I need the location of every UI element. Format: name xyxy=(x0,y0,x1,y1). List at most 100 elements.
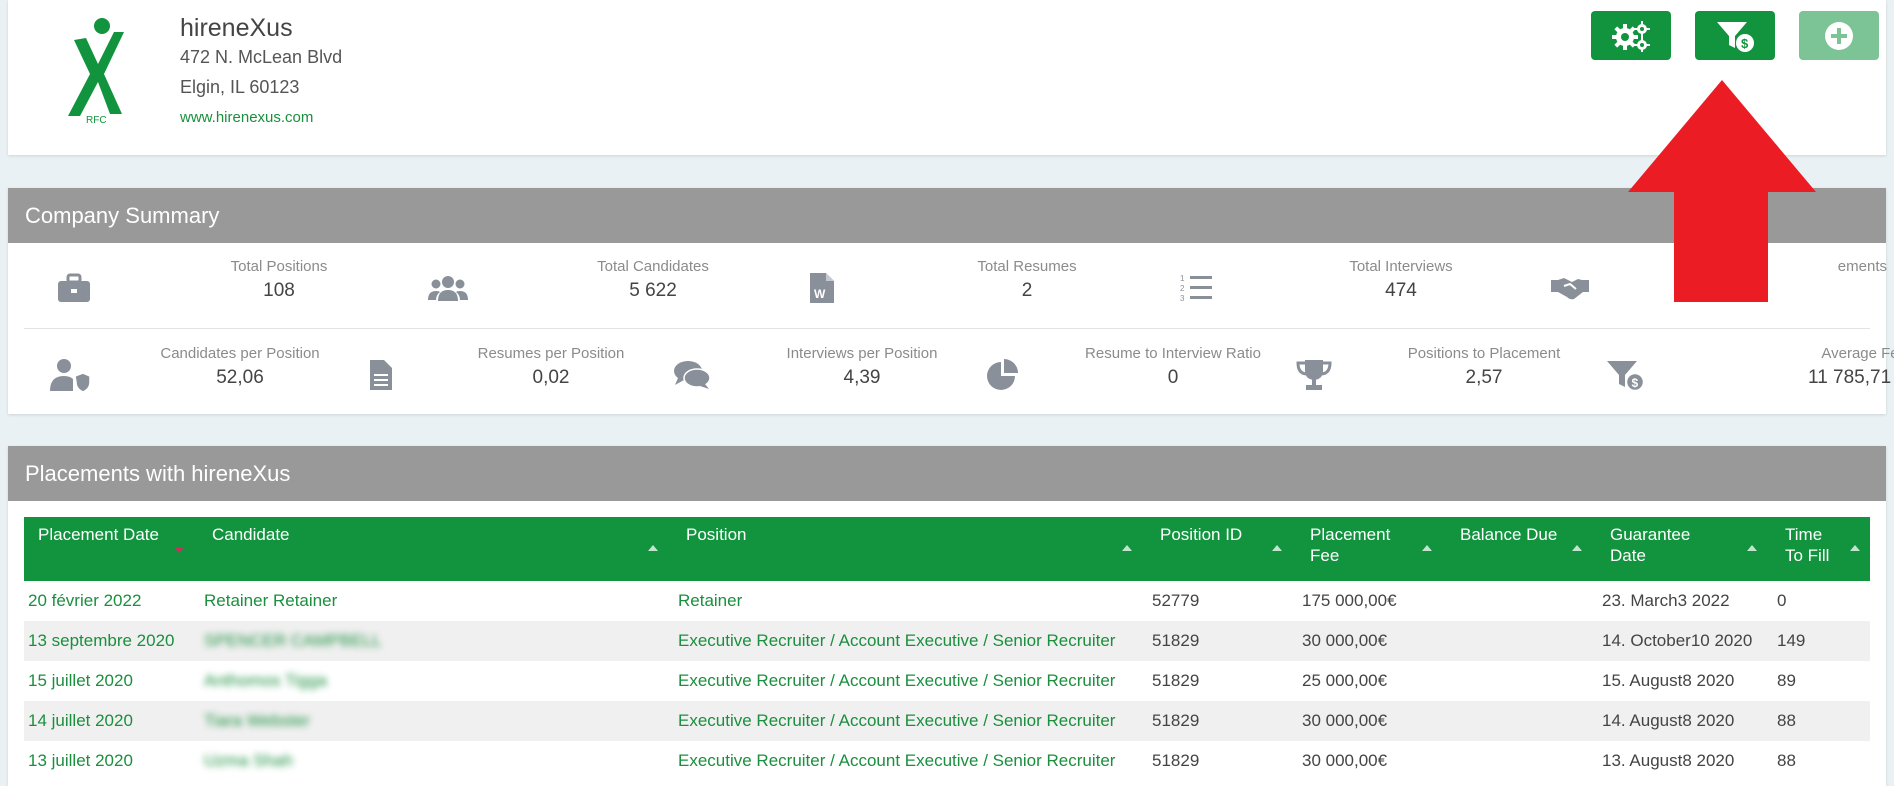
stat-value: 4,39 xyxy=(843,367,881,388)
company-logo: RFC xyxy=(68,18,124,126)
position-link[interactable]: Executive Recruiter / Account Executive … xyxy=(678,671,1115,691)
col-guarantee-date[interactable]: Guarantee Date xyxy=(1610,524,1700,566)
svg-text:$: $ xyxy=(1632,376,1639,390)
stat-value: 11 785,71 € xyxy=(1808,367,1894,388)
stat-value: 2,57 xyxy=(1465,367,1503,388)
col-balance-due[interactable]: Balance Due xyxy=(1460,524,1557,545)
company-website-link[interactable]: www.hirenexus.com xyxy=(180,109,313,126)
sort-icon[interactable] xyxy=(1850,545,1860,551)
placements-table: Placement Date Candidate Position Positi… xyxy=(24,517,1870,781)
stat-value: 52,06 xyxy=(216,367,264,388)
sort-icon[interactable] xyxy=(1122,545,1132,551)
stat-value: 2 xyxy=(1021,280,1033,301)
sort-icon[interactable] xyxy=(1422,545,1432,551)
company-address-line2: Elgin, IL 60123 xyxy=(180,77,300,97)
company-header: RFC hireneXus 472 N. McLean Blvd Elgin, … xyxy=(8,0,1886,155)
logo-text: RFC xyxy=(86,115,107,126)
position-id: 51829 xyxy=(1152,631,1200,650)
placement-date-link[interactable]: 13 septembre 2020 xyxy=(28,631,175,651)
word-file-icon: W xyxy=(802,268,842,308)
filter-dollar-icon: $ xyxy=(1717,21,1754,52)
stat-value: 0 xyxy=(1167,367,1179,388)
stat-value: 474 xyxy=(1385,280,1417,301)
settings-button[interactable] xyxy=(1591,11,1671,60)
position-id: 51829 xyxy=(1152,751,1200,770)
col-position-id[interactable]: Position ID xyxy=(1160,524,1242,545)
stat-label: Total Interviews xyxy=(1349,258,1453,275)
svg-text:1: 1 xyxy=(1180,274,1185,283)
candidate-link[interactable]: Uzma Shah xyxy=(204,751,293,771)
position-id: 52779 xyxy=(1152,591,1200,610)
stat-label: Total Candidates xyxy=(597,258,709,275)
col-candidate[interactable]: Candidate xyxy=(212,524,290,545)
cogs-icon xyxy=(1612,20,1650,52)
placement-fee: 175 000,00€ xyxy=(1302,591,1397,610)
candidate-link[interactable]: SPENCER CAMPBELL xyxy=(204,631,382,651)
comments-icon xyxy=(672,355,712,395)
position-link[interactable]: Executive Recruiter / Account Executive … xyxy=(678,631,1115,651)
sort-icon[interactable] xyxy=(1747,545,1757,551)
stat-label: Total Positions xyxy=(230,258,328,275)
time-to-fill: 89 xyxy=(1777,671,1796,690)
col-placement-date[interactable]: Placement Date xyxy=(38,524,168,545)
table-row: 13 juillet 2020 Uzma Shah Executive Recr… xyxy=(24,741,1870,781)
svg-text:2: 2 xyxy=(1180,284,1185,293)
annotation-arrow xyxy=(1628,80,1816,302)
table-header: Placement Date Candidate Position Positi… xyxy=(24,517,1870,581)
position-link[interactable]: Executive Recruiter / Account Executive … xyxy=(678,751,1115,771)
sort-desc-icon[interactable] xyxy=(174,547,184,553)
briefcase-icon xyxy=(54,268,94,308)
placement-fee: 30 000,00€ xyxy=(1302,711,1388,730)
company-summary-card: Company Summary Total Positions 108 Tota… xyxy=(8,188,1894,416)
table-row: 20 février 2022 Retainer Retainer Retain… xyxy=(24,581,1870,621)
placement-fee: 30 000,00€ xyxy=(1302,751,1388,770)
col-position[interactable]: Position xyxy=(686,524,746,545)
stat-label: Positions to Placement xyxy=(1407,345,1561,362)
stat-label: Resume to Interview Ratio xyxy=(1085,345,1261,362)
guarantee-date: 13. August8 2020 xyxy=(1602,751,1735,770)
company-summary-title: Company Summary xyxy=(8,188,1886,243)
guarantee-date: 23. March3 2022 xyxy=(1602,591,1730,610)
filter-fee-button[interactable]: $ xyxy=(1695,11,1775,60)
candidate-link[interactable]: Anthomos Tigga xyxy=(204,671,327,691)
sort-icon[interactable] xyxy=(1272,545,1282,551)
guarantee-date: 14. October10 2020 xyxy=(1602,631,1753,650)
position-id: 51829 xyxy=(1152,671,1200,690)
col-placement-fee[interactable]: Placement Fee xyxy=(1310,524,1410,566)
guarantee-date: 15. August8 2020 xyxy=(1602,671,1735,690)
sort-icon[interactable] xyxy=(1572,545,1582,551)
position-link[interactable]: Retainer xyxy=(678,591,742,611)
summary-row-totals: Total Positions 108 Total Candidates 5 6… xyxy=(24,243,1887,329)
placement-fee: 30 000,00€ xyxy=(1302,631,1388,650)
ordered-list-icon: 123 xyxy=(1176,268,1216,308)
placement-date-link[interactable]: 20 février 2022 xyxy=(28,591,141,611)
table-body: 20 février 2022 Retainer Retainer Retain… xyxy=(24,581,1870,781)
table-row: 14 juillet 2020 Tiara Webster Executive … xyxy=(24,701,1870,741)
add-button[interactable] xyxy=(1799,11,1879,60)
handshake-icon xyxy=(1550,268,1590,308)
company-name: hireneXus xyxy=(180,14,293,42)
users-icon xyxy=(428,268,468,308)
placement-fee: 25 000,00€ xyxy=(1302,671,1388,690)
time-to-fill: 88 xyxy=(1777,751,1796,770)
summary-row-ratios: Candidates per Position 52,06 Resumes pe… xyxy=(24,330,1894,416)
svg-text:3: 3 xyxy=(1180,294,1185,303)
stat-value: 108 xyxy=(263,280,295,301)
candidate-link[interactable]: Tiara Webster xyxy=(204,711,310,731)
time-to-fill: 88 xyxy=(1777,711,1796,730)
placement-date-link[interactable]: 14 juillet 2020 xyxy=(28,711,133,731)
sort-icon[interactable] xyxy=(648,545,658,551)
placement-date-link[interactable]: 15 juillet 2020 xyxy=(28,671,133,691)
stat-label: Candidates per Position xyxy=(160,345,320,362)
svg-text:W: W xyxy=(814,287,826,301)
candidate-link[interactable]: Retainer Retainer xyxy=(204,591,337,611)
table-row: 15 juillet 2020 Anthomos Tigga Executive… xyxy=(24,661,1870,701)
guarantee-date: 14. August8 2020 xyxy=(1602,711,1735,730)
stat-value: 0,02 xyxy=(532,367,570,388)
time-to-fill: 0 xyxy=(1777,591,1787,610)
placements-title: Placements with hireneXus xyxy=(8,446,1886,501)
plus-circle-icon xyxy=(1825,21,1853,50)
position-link[interactable]: Executive Recruiter / Account Executive … xyxy=(678,711,1115,731)
placement-date-link[interactable]: 13 juillet 2020 xyxy=(28,751,133,771)
col-time-to-fill[interactable]: Time To Fill xyxy=(1785,524,1835,566)
